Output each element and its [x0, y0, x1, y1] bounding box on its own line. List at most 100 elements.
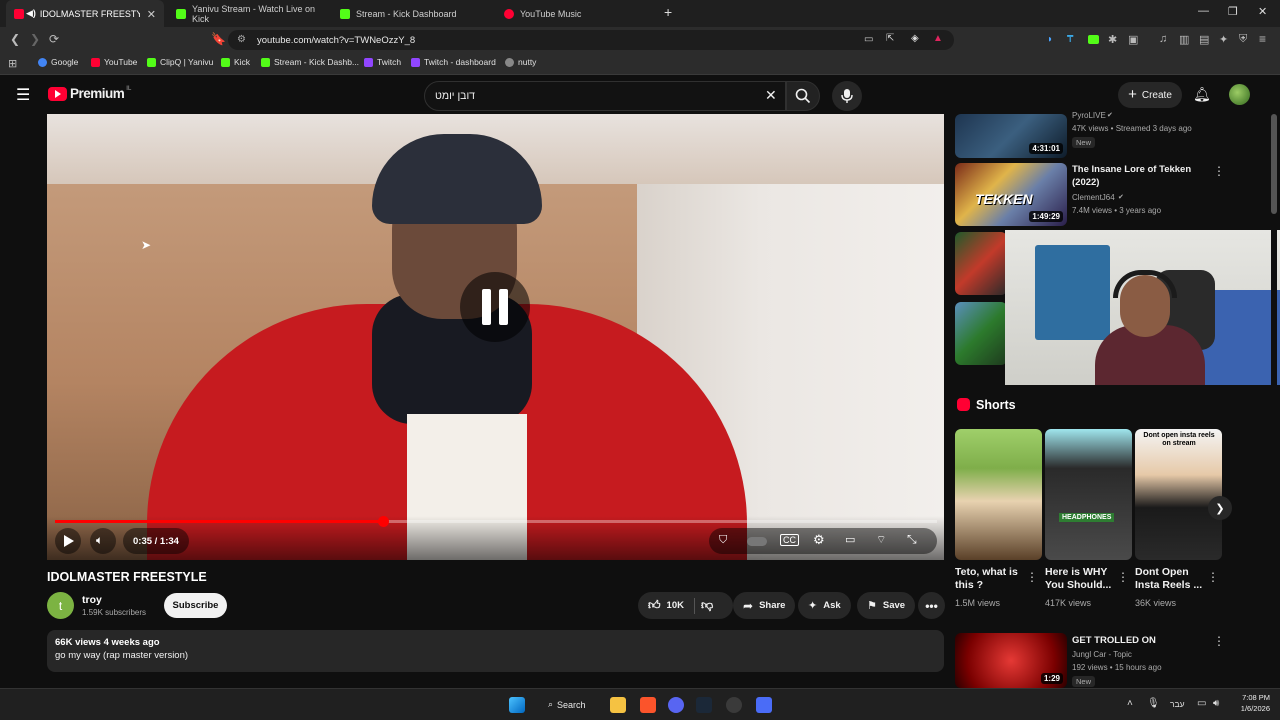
cast-icon[interactable]: ⌔: [876, 533, 886, 547]
save-button[interactable]: ⚑ Save: [857, 592, 916, 619]
bookmark-twitch[interactable]: Twitch: [364, 57, 401, 67]
minimize-window-icon[interactable]: —: [1198, 5, 1209, 17]
related-channel[interactable]: ClementJ64: [1072, 193, 1115, 202]
settings-gear-icon[interactable]: ⚙: [813, 532, 825, 548]
more-vertical-icon[interactable]: ⋮: [1117, 570, 1129, 584]
cast-icon[interactable]: ▭: [864, 34, 873, 45]
related-video-thumbnail[interactable]: [955, 232, 1007, 295]
clock[interactable]: 7:08 PM 1/6/2026: [1232, 693, 1270, 713]
hamburger-menu-icon[interactable]: ☰: [16, 85, 30, 105]
subtitles-icon[interactable]: CC: [780, 534, 799, 546]
sidebar-icon[interactable]: ▥: [1179, 33, 1189, 46]
channel-name[interactable]: troy: [82, 594, 102, 606]
windows-start-icon[interactable]: [509, 697, 525, 713]
brave-rewards-icon[interactable]: ▲: [933, 33, 943, 44]
new-tab-plus-icon[interactable]: +: [664, 4, 672, 20]
close-window-icon[interactable]: ✕: [1258, 5, 1267, 18]
shorts-next-chevron-icon[interactable]: ❯: [1208, 496, 1232, 520]
video-player[interactable]: ➤ 🔈︎ 0:35 / 1:34 ⛉ CC ⚙ ▭ ⌔ ⤡: [47, 114, 944, 560]
youtube-premium-logo[interactable]: Premium IL: [48, 86, 131, 101]
related-video-thumbnail[interactable]: 4:31:01: [955, 114, 1067, 158]
site-info-icon[interactable]: ⚙: [237, 34, 246, 45]
page-scrollbar[interactable]: [1271, 114, 1277, 688]
related-video-thumbnail[interactable]: 1:29: [955, 633, 1067, 688]
browser-tab-youtube-video[interactable]: ◀) IDOLMASTER FREESTYLE - Yo ✕: [6, 0, 164, 27]
browser-tab-kick-watch[interactable]: Yanivu Stream - Watch Live on Kick: [168, 0, 328, 27]
taskbar-search[interactable]: ⌕ Search: [548, 699, 586, 710]
puzzle-extensions-icon[interactable]: ✱: [1108, 33, 1117, 46]
obs-icon[interactable]: [726, 697, 742, 713]
url-field[interactable]: ⚙ youtube.com/watch?v=TWNeOzzY_8 ▭ ⇱ ◈ ▲: [228, 30, 954, 50]
translate-extension-icon[interactable]: ₸: [1067, 34, 1073, 45]
description-box[interactable]: 66K views 4 weeks ago go my way (rap mas…: [47, 630, 944, 672]
clear-search-icon[interactable]: ✕: [765, 87, 777, 104]
share-page-icon[interactable]: ⇱: [886, 33, 894, 44]
ask-button[interactable]: ✦ Ask: [798, 592, 851, 619]
short-title[interactable]: Dont Open Insta Reels ...: [1135, 566, 1202, 592]
thumbs-down-icon[interactable]: 👎︎: [701, 598, 713, 613]
back-arrow-icon[interactable]: ❮: [10, 33, 20, 45]
more-vertical-icon[interactable]: ⋮: [1026, 570, 1038, 584]
more-actions-button[interactable]: •••: [918, 592, 945, 619]
fullscreen-icon[interactable]: ⤡: [907, 532, 917, 547]
play-button[interactable]: [55, 528, 81, 554]
bookmark-clipq[interactable]: ClipQ | Yanivu: [147, 57, 213, 67]
voice-search-button[interactable]: [832, 81, 862, 111]
extension-icon[interactable]: ◗: [1047, 34, 1053, 45]
short-title[interactable]: Here is WHY You Should...: [1045, 566, 1111, 592]
related-title[interactable]: The Insane Lore of Tekken (2022): [1072, 163, 1191, 189]
apps-grid-icon[interactable]: ⊞: [8, 57, 17, 70]
channel-avatar[interactable]: t: [47, 592, 74, 619]
pause-overlay-button[interactable]: [460, 272, 530, 342]
brave-shield-icon[interactable]: ◈: [911, 33, 919, 44]
related-video-thumbnail[interactable]: TEKKEN 1:49:29: [955, 163, 1067, 226]
share-button[interactable]: ➦ Share: [733, 592, 796, 619]
speaker-icon[interactable]: 🔊︎: [1213, 698, 1219, 709]
vpn-shield-icon[interactable]: ⛨: [1239, 33, 1247, 46]
screenshot-icon[interactable]: ▣: [1128, 33, 1138, 46]
input-language[interactable]: עבר: [1170, 699, 1185, 709]
search-input[interactable]: דובן יומט ✕: [424, 81, 786, 111]
microphone-tray-icon[interactable]: 🎙︎: [1147, 698, 1160, 709]
account-avatar[interactable]: [1229, 84, 1250, 105]
scrollbar-thumb[interactable]: [1271, 114, 1277, 214]
bookmark-nutty[interactable]: nutty: [505, 57, 536, 67]
bookmark-icon[interactable]: 🔖: [211, 33, 226, 45]
more-vertical-icon[interactable]: ⋮: [1207, 570, 1219, 584]
steam-icon[interactable]: [696, 697, 712, 713]
subscribe-button[interactable]: Subscribe: [164, 593, 227, 618]
network-icon[interactable]: ▭: [1197, 698, 1206, 709]
browser-tab-youtube-music[interactable]: YouTube Music: [496, 0, 656, 27]
thumbs-up-icon[interactable]: 👍︎: [648, 598, 661, 613]
progress-bar[interactable]: [55, 516, 937, 527]
related-video-thumbnail[interactable]: [955, 302, 1007, 365]
like-count[interactable]: 10K: [667, 600, 684, 611]
search-button[interactable]: [786, 81, 820, 111]
app-icon[interactable]: [756, 697, 772, 713]
more-vertical-icon[interactable]: ⋮: [1213, 164, 1225, 178]
show-hidden-icons-chevron-icon[interactable]: ˄: [1127, 698, 1133, 709]
volume-button[interactable]: 🔈︎: [90, 528, 116, 554]
ad-block-shield-icon[interactable]: ⛉: [719, 534, 727, 547]
related-channel[interactable]: PyroLIVE: [1072, 111, 1106, 120]
more-vertical-icon[interactable]: ⋮: [1213, 634, 1225, 648]
leo-ai-icon[interactable]: ✦: [1219, 33, 1228, 46]
discord-icon[interactable]: [668, 697, 684, 713]
create-button[interactable]: + Create: [1118, 82, 1182, 108]
bookmark-twitch-dashboard[interactable]: Twitch - dashboard: [411, 57, 496, 67]
brave-browser-icon[interactable]: [640, 697, 656, 713]
forward-arrow-icon[interactable]: ❯: [30, 33, 40, 45]
short-title[interactable]: Teto, what is this ?: [955, 566, 1018, 592]
close-tab-icon[interactable]: ✕: [147, 8, 156, 21]
media-controls-icon[interactable]: ♫: [1159, 33, 1167, 45]
related-channel[interactable]: Jungl Car - Topic: [1072, 650, 1132, 659]
restore-window-icon[interactable]: ❐: [1228, 5, 1238, 18]
browser-menu-icon[interactable]: ≡: [1259, 32, 1266, 46]
kick-extension-icon[interactable]: [1088, 35, 1099, 44]
short-thumbnail[interactable]: HEADPHONES: [1045, 429, 1132, 560]
file-explorer-icon[interactable]: [610, 697, 626, 713]
notifications-bell-icon[interactable]: 🔔︎: [1193, 86, 1211, 103]
bookmark-google[interactable]: Google: [38, 57, 78, 67]
miniplayer-icon[interactable]: ▭: [845, 533, 855, 546]
short-thumbnail[interactable]: Dont open insta reels on stream: [1135, 429, 1222, 560]
